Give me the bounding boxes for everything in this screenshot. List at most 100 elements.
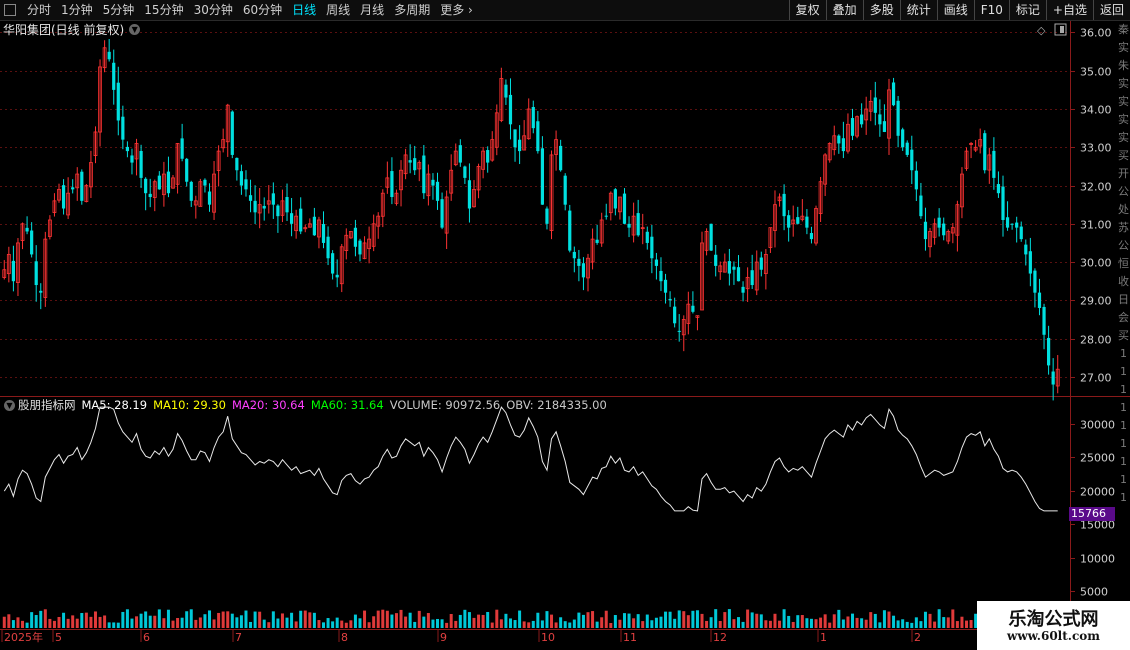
- volume-bar: [48, 618, 52, 628]
- volume-bar: [800, 615, 804, 628]
- indicator-name[interactable]: 股朋指标网: [18, 397, 76, 413]
- price-tick-label: 27.00: [1080, 372, 1112, 385]
- candle-body: [390, 171, 394, 198]
- volume-bar: [180, 617, 184, 628]
- candle-body: [467, 180, 472, 209]
- volume-bar: [513, 620, 517, 628]
- volume-bar: [413, 621, 417, 628]
- side-strip-char: 1: [1120, 473, 1127, 486]
- candle-body: [1024, 244, 1028, 255]
- candle-body: [568, 210, 572, 251]
- volume-bar: [705, 620, 709, 628]
- volume-bar: [363, 610, 367, 628]
- candle-body: [25, 227, 29, 232]
- candle-body: [636, 213, 640, 236]
- volume-bar: [572, 619, 576, 628]
- volume-bar: [732, 619, 736, 628]
- candle-body: [125, 146, 130, 152]
- candle-body: [71, 187, 75, 190]
- candle-body: [691, 305, 695, 312]
- volume-bar: [718, 621, 722, 628]
- candle-body: [148, 193, 152, 198]
- price-tick-label: 28.00: [1080, 334, 1112, 347]
- ma60-value: MA60: 31.64: [310, 398, 384, 412]
- volume-bar: [258, 611, 262, 628]
- candle-body: [358, 240, 362, 255]
- price-tick-label: 36.00: [1080, 27, 1112, 40]
- watermark-logo: 乐淘公式网 www.60lt.com: [977, 601, 1130, 650]
- candle-body: [659, 270, 663, 282]
- candle-body: [741, 286, 745, 293]
- volume-bar: [285, 617, 289, 628]
- volume-bar: [290, 612, 294, 628]
- candle-body: [508, 94, 513, 125]
- candle-body: [107, 51, 111, 60]
- volume-bar: [66, 618, 70, 628]
- candle-body: [207, 191, 212, 205]
- volume-bar: [166, 609, 170, 628]
- volume-bar: [522, 621, 526, 628]
- candle-body: [645, 231, 649, 243]
- chevron-down-icon[interactable]: ▼: [129, 23, 141, 35]
- date-tick-label: 5: [55, 631, 62, 644]
- candle-body: [805, 216, 809, 228]
- volume-bar: [294, 621, 298, 628]
- candle-body: [1046, 337, 1051, 366]
- volume-bar: [80, 613, 84, 628]
- price-tick-label: 33.00: [1080, 142, 1112, 155]
- candle-body: [668, 298, 672, 301]
- volume-bar: [176, 617, 180, 628]
- volume-bar: [75, 618, 79, 628]
- volume-bar: [727, 609, 731, 628]
- volume-bar: [768, 620, 772, 628]
- candle-body: [595, 239, 599, 243]
- stock-chart[interactable]: 36.00 35.00 34.00 33.00 32.00 31.00 30.00 29.00…: [0, 0, 1130, 650]
- volume-bar: [490, 622, 494, 628]
- date-tick-label: 2025年: [4, 630, 43, 644]
- volume-bar: [627, 613, 631, 628]
- candle-body: [850, 118, 855, 136]
- volume-bar: [778, 620, 782, 628]
- candle-body: [581, 263, 586, 278]
- volume-bar: [919, 621, 923, 628]
- candle-body: [116, 82, 120, 121]
- volume-bar: [271, 611, 275, 628]
- volume-bar: [7, 614, 11, 628]
- candle-body: [531, 107, 535, 129]
- volume-bar: [755, 613, 759, 628]
- volume-bar: [280, 613, 284, 628]
- candle-body: [285, 197, 289, 213]
- volume-bar: [609, 622, 613, 628]
- volume-bar: [604, 610, 608, 628]
- volume-bar: [910, 622, 914, 628]
- candle-body: [759, 257, 763, 270]
- volume-bar: [467, 612, 471, 628]
- volume-bar: [878, 622, 882, 628]
- candle-body: [782, 193, 786, 217]
- candle-body: [1033, 270, 1037, 293]
- volume-bar: [951, 609, 955, 628]
- price-tick-label: 32.00: [1080, 181, 1112, 194]
- ma5-value: MA5: 28.19: [81, 398, 148, 412]
- candle-body: [189, 181, 193, 201]
- price-tick-label: 34.00: [1080, 104, 1112, 117]
- indicator-menu-icon[interactable]: ▼: [4, 399, 15, 411]
- side-info-strip[interactable]: 秦实朱实实实实买开公处苏公恒收日会买111111111: [1117, 21, 1130, 650]
- volume-bar: [93, 611, 97, 628]
- candle-body: [572, 251, 576, 259]
- obv-tick-label: 10000: [1080, 553, 1115, 566]
- candle-body: [30, 230, 34, 255]
- volume-bar: [98, 616, 102, 628]
- candle-body: [809, 233, 814, 240]
- volume-bar: [422, 616, 426, 628]
- obv-line: [3, 406, 1058, 512]
- volume-bar: [84, 612, 88, 628]
- volume-bar: [458, 614, 462, 628]
- volume-bar: [358, 618, 362, 628]
- side-strip-char: 开: [1118, 167, 1129, 180]
- volume-bar: [686, 615, 690, 628]
- indicator-legend: ▼ 股朋指标网 MA5: 28.19 MA10: 29.30 MA20: 30.…: [0, 397, 613, 413]
- volume-bar: [408, 612, 412, 628]
- candle-body: [910, 149, 914, 171]
- candle-body: [326, 236, 330, 259]
